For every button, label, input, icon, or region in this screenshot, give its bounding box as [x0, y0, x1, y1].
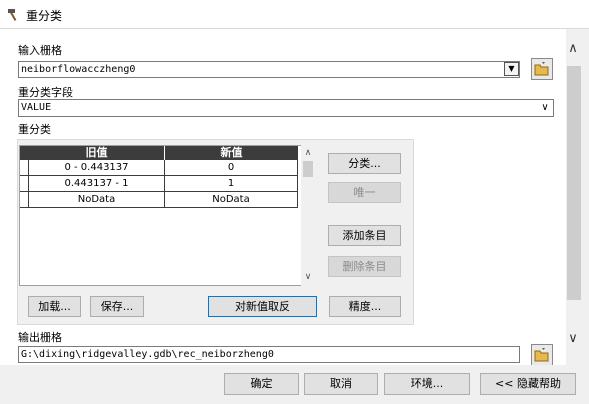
output-raster-input[interactable]: G:\dixing\ridgevalley.gdb\rec_neiborzhen… — [18, 346, 520, 363]
corner-header — [20, 146, 29, 160]
row-header[interactable] — [20, 160, 29, 176]
classify-button[interactable]: 分类... — [328, 153, 401, 174]
column-header-old: 旧值 — [29, 146, 165, 160]
chevron-down-icon: ∨ — [541, 102, 549, 113]
row-header[interactable] — [20, 192, 29, 208]
scroll-down-icon[interactable]: ∨ — [301, 271, 315, 283]
scroll-down-icon[interactable]: ∨ — [566, 331, 580, 347]
precision-button[interactable]: 精度... — [329, 296, 401, 317]
table-cell-new[interactable]: 0 — [165, 160, 298, 176]
save-button[interactable]: 保存... — [90, 296, 144, 317]
output-raster-browse-button[interactable] — [531, 344, 553, 366]
folder-open-icon — [534, 348, 549, 362]
scroll-thumb[interactable] — [303, 161, 313, 177]
reverse-new-values-button[interactable]: 对新值取反 — [208, 296, 317, 317]
hide-help-button[interactable]: << 隐藏帮助 — [480, 373, 576, 395]
ok-button[interactable]: 确定 — [224, 373, 299, 395]
window-title: 重分类 — [26, 9, 63, 23]
table-cell-old[interactable]: 0.443137 - 1 — [29, 176, 165, 192]
input-raster-combo[interactable]: neiborflowacczheng0 — [18, 61, 520, 78]
table-cell-old[interactable]: NoData — [29, 192, 165, 208]
reclass-field-value: VALUE — [21, 102, 52, 113]
output-raster-value: G:\dixing\ridgevalley.gdb\rec_neiborzhen… — [21, 349, 274, 360]
scroll-up-icon[interactable]: ∧ — [566, 41, 580, 57]
panel-scroll-thumb[interactable] — [567, 66, 581, 300]
input-raster-browse-button[interactable] — [531, 58, 553, 80]
input-raster-value: neiborflowacczheng0 — [21, 64, 136, 75]
input-raster-dropdown-button[interactable]: ▼ — [504, 62, 519, 76]
load-button[interactable]: 加载... — [28, 296, 81, 317]
add-entry-button[interactable]: 添加条目 — [328, 225, 401, 246]
delete-entry-button[interactable]: 删除条目 — [328, 256, 401, 277]
reclass-field-label: 重分类字段 — [18, 86, 73, 99]
reclass-table[interactable]: 旧值 新值 0 - 0.443137 0 0.443137 - 1 1 NoDa… — [19, 145, 315, 286]
cancel-button[interactable]: 取消 — [304, 373, 378, 395]
unique-button[interactable]: 唯一 — [328, 182, 401, 203]
table-cell-old[interactable]: 0 - 0.443137 — [29, 160, 165, 176]
scroll-up-icon[interactable]: ∧ — [301, 147, 315, 159]
table-cell-new[interactable]: NoData — [165, 192, 298, 208]
dropdown-arrow-icon: ▼ — [508, 64, 515, 73]
title-bar — [0, 0, 589, 28]
folder-open-icon — [534, 62, 549, 76]
reclassification-label: 重分类 — [18, 123, 51, 136]
environments-button[interactable]: 环境... — [384, 373, 470, 395]
input-raster-label: 输入栅格 — [18, 44, 62, 57]
reclass-field-select[interactable]: VALUE — [18, 99, 554, 117]
output-raster-label: 输出栅格 — [18, 331, 62, 344]
row-header[interactable] — [20, 176, 29, 192]
table-scrollbar[interactable]: ∧ ∨ — [301, 145, 315, 286]
column-header-new: 新值 — [165, 146, 298, 160]
hammer-icon — [8, 9, 17, 21]
table-cell-new[interactable]: 1 — [165, 176, 298, 192]
